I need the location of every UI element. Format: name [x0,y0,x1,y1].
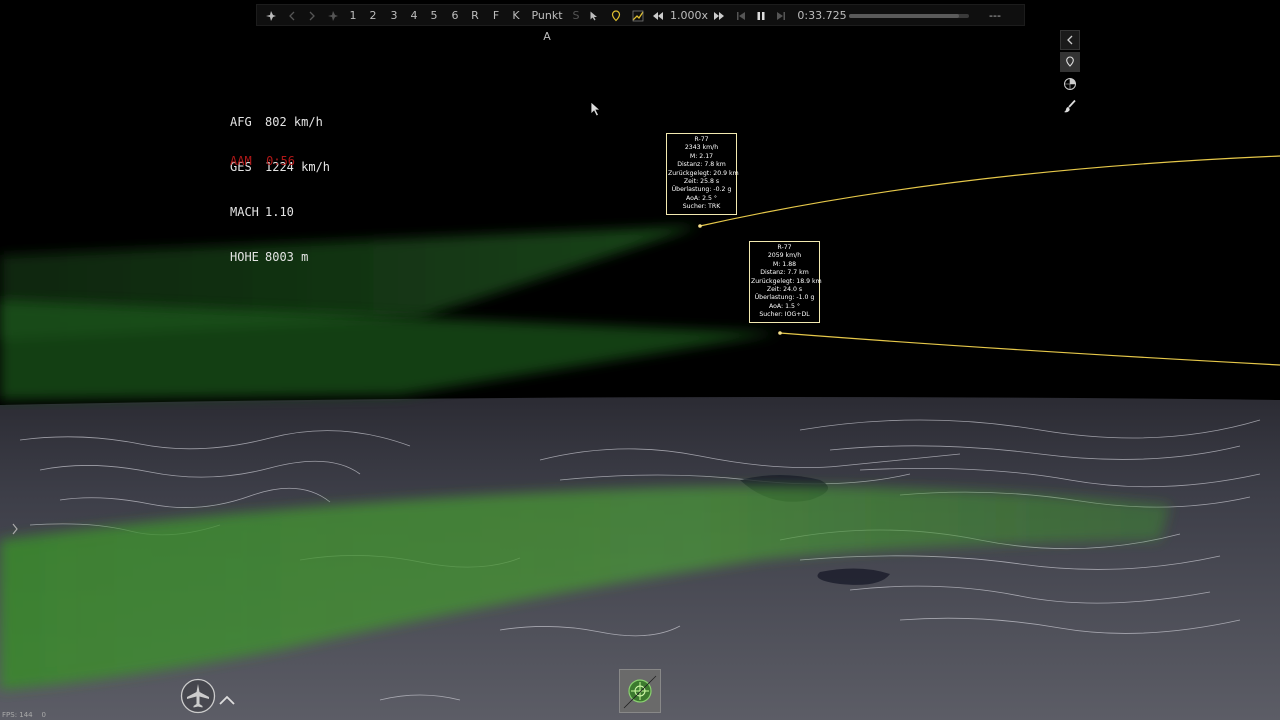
replay-toolbar: 1 2 3 4 5 6 R F K Punkt A S 1.000x 0:33.… [256,4,1025,43]
view-s-button[interactable]: S [570,5,582,26]
skip-back-icon [737,11,745,20]
right-tool-panel [1060,30,1080,118]
collapse-panel-button[interactable] [1060,30,1080,50]
view-6-button[interactable]: 6 [448,5,462,26]
skip-forward-icon [777,11,785,20]
cursor-icon [590,101,602,117]
hud-mach: MACH 1.10 [230,205,294,219]
view-3-button[interactable]: 3 [387,5,401,26]
missile-travelled: Zurückgelegt: 20.9 km [668,169,739,177]
missile1-trail [699,155,1280,227]
missile-load: Überlastung: -0.2 g [671,186,732,194]
brush-icon [1064,99,1076,113]
cursor-mode-button[interactable] [587,5,601,26]
chevron-right-icon [309,11,315,20]
missile-speed: 2343 km/h [684,144,719,152]
flight-hud: AFG 802 km/h GES 1224 km/h MACH 1.10 HOHE 80… [230,85,330,280]
hud-aam-warning: AAM 0:56 [230,154,296,168]
missile-distance: Distanz: 7.8 km [677,161,726,169]
fast-forward-button[interactable] [711,5,727,26]
missile2-trail [779,332,1280,366]
missile-aoa: AoA: 2.5 ° [686,194,717,202]
unit-thumbnail-icon [623,675,657,709]
pointer-icon [590,11,597,20]
pause-button[interactable] [753,5,769,26]
fast-forward-icon [714,11,724,20]
radar-icon [1064,78,1076,90]
playback-speed[interactable]: 1.000x [669,5,709,26]
group-icon [328,10,338,21]
hud-hohe: HOHE 8003 m [230,250,309,264]
missile-seeker: Sucher: IOG+DL [759,311,810,319]
map-pin-icon [1066,56,1074,67]
replay-time: 0:33.725 [797,9,847,22]
missile-seeker: Sucher: TRK [682,203,721,211]
unit-menu-button[interactable] [263,5,279,26]
missile-name: R-77 [777,244,792,251]
chevron-left-icon [289,11,295,20]
chevron-up-icon[interactable] [218,694,236,706]
missile-distance: Distanz: 7.7 km [760,269,809,277]
group-button[interactable] [325,5,341,26]
view-4-button[interactable]: 4 [407,5,421,26]
marker-tool-button[interactable] [1060,52,1080,72]
view-f-button[interactable]: F [489,5,503,26]
map-pin-icon [611,9,621,21]
pause-icon [757,11,765,20]
missile-info-box-1[interactable]: R-77 2343 km/h M: 2.17 Distanz: 7.8 km Z… [666,133,739,215]
missile2-marker [778,331,782,335]
tracks-toggle-button[interactable] [630,5,646,26]
seek-bar[interactable] [849,14,969,18]
more-button[interactable]: --- [983,5,1007,26]
view-r-button[interactable]: R [468,5,482,26]
location-button[interactable] [609,5,623,26]
missile-travelled: Zurückgelegt: 18.9 km [751,277,822,285]
missile-aoa: AoA: 1.5 ° [769,302,800,310]
fps-counter: FPS: 144 0 [2,711,46,719]
skip-back-button[interactable] [733,5,749,26]
draw-tool-button[interactable] [1060,96,1080,116]
missile1-marker [698,224,702,228]
view-5-button[interactable]: 5 [427,5,441,26]
rewind-button[interactable] [650,5,666,26]
expand-left-panel-icon[interactable] [10,522,20,536]
skip-forward-button[interactable] [773,5,789,26]
view-1-button[interactable]: 1 [346,5,360,26]
missile-mach: M: 2.17 [689,152,714,160]
missile-mach: M: 1.88 [772,260,797,268]
unit-thumbnail[interactable] [619,669,661,713]
view-k-button[interactable]: K [509,5,523,26]
missile-speed: 2059 km/h [767,252,802,260]
range-tool-button[interactable] [1060,74,1080,94]
missile-info-box-2[interactable]: R-77 2059 km/h M: 1.88 Distanz: 7.7 km Z… [749,241,822,323]
trajectory-icon [632,10,644,21]
seek-bar-fill [849,14,960,18]
prev-button[interactable] [285,5,299,26]
missile-name: R-77 [694,136,709,143]
chevron-left-icon [1067,35,1073,45]
next-button[interactable] [305,5,319,26]
unit-icon [266,10,276,21]
rewind-icon [653,11,663,20]
aircraft-view-icon[interactable] [180,678,216,714]
scene-view[interactable] [0,0,1280,720]
view-2-button[interactable]: 2 [366,5,380,26]
punkt-a-button[interactable]: Punkt A [527,5,567,43]
missile-load: Überlastung: -1.0 g [754,294,815,302]
hud-afg: AFG 802 km/h [230,115,323,129]
